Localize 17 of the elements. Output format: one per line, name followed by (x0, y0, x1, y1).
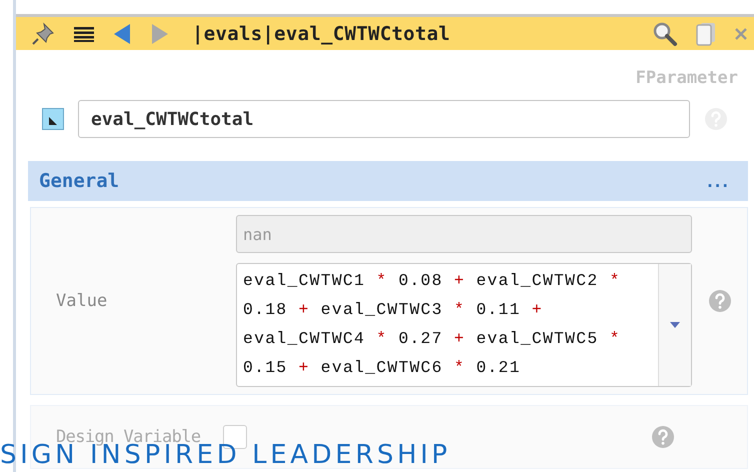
menu-icon[interactable] (74, 26, 94, 42)
section-menu[interactable]: ... (705, 172, 728, 190)
section-title: General (39, 170, 120, 192)
parameter-icon (42, 108, 64, 130)
section-header[interactable]: General ... (28, 161, 748, 201)
dropdown-icon[interactable] (670, 322, 680, 328)
value-label: Value (55, 291, 108, 311)
search-icon[interactable] (652, 20, 678, 46)
copy-icon[interactable] (696, 22, 716, 46)
name-field[interactable]: eval_CWTWCtotal (78, 100, 690, 138)
window-title: |evals|eval_CWTWCtotal (192, 22, 450, 44)
back-arrow-icon[interactable] (112, 22, 132, 44)
close-icon[interactable] (734, 26, 748, 40)
type-label: FParameter (636, 68, 738, 88)
help-icon[interactable] (708, 289, 732, 313)
expression-field[interactable]: eval_CWTWC1 * 0.08 + eval_CWTWC2 * 0.18 + eval_CWTWC3 * 0.11 + eval_CWTWC4 * 0.27 + eval_CWTWC5 * 0.15 + eval_CWTWC6 * 0.21 (236, 263, 692, 387)
pin-icon[interactable] (30, 20, 56, 46)
